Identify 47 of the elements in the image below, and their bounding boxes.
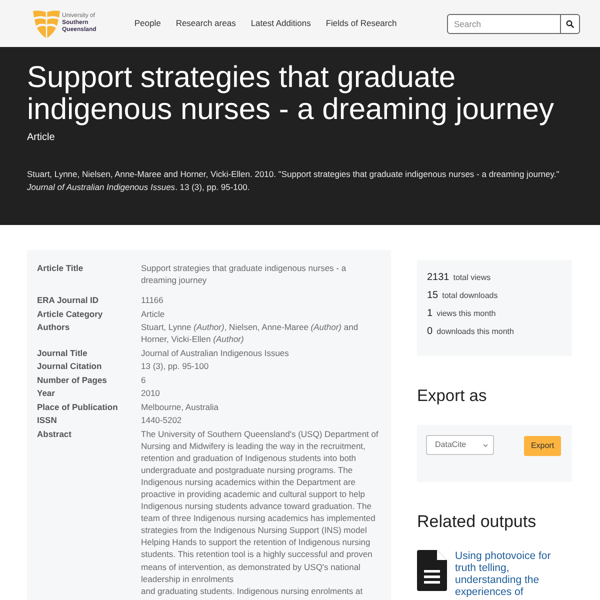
stat-label: downloads this month [436, 326, 514, 338]
nav-link[interactable]: Fields of Research [326, 17, 397, 30]
field-value: 1440-5202 [141, 414, 183, 426]
nav-link[interactable]: People [134, 17, 161, 30]
field-label: Article Title [37, 262, 84, 275]
document-icon [417, 550, 447, 591]
field-value: Article [141, 308, 166, 320]
field-label: Journal Title [37, 346, 88, 358]
nav-link[interactable]: Latest Additions [250, 17, 311, 30]
field-label: ERA Journal ID [37, 294, 100, 306]
field-value: 11166 [141, 294, 164, 306]
chevron-down-icon [483, 444, 488, 446]
stat-label: total views [453, 272, 491, 284]
field-label: Place of Publication [37, 400, 119, 412]
stat-label: views this month [436, 308, 496, 320]
field-value: 13 (3), pp. 95-100 [141, 360, 210, 372]
field-value: Support strategies that graduate indigenous nurses - a dreaming journey [141, 262, 348, 286]
search-field[interactable]: Search [447, 14, 561, 34]
abstract-text: and graduating students. Indigenous nursing enrolments at [141, 584, 364, 597]
stat-count: 1 [427, 307, 433, 321]
stat-count: 0 [427, 325, 433, 339]
field-label: Abstract [37, 428, 72, 440]
field-label: Authors [37, 321, 71, 334]
stat-label: total downloads [442, 290, 498, 302]
field-value: 6 [141, 374, 147, 386]
nav-link[interactable]: Research areas [176, 17, 236, 30]
field-label: Year [37, 387, 56, 399]
export-button[interactable]: Export [524, 436, 561, 456]
field-label: Number of Pages [37, 374, 108, 386]
section-heading: Related outputs [417, 512, 538, 532]
section-heading: Export as [417, 386, 488, 406]
field-value: Melbourne, Australia [141, 400, 220, 412]
field-label: Journal Citation [37, 360, 103, 372]
search-button[interactable] [561, 14, 580, 34]
stat-count: 2131 [427, 271, 450, 285]
search-icon [566, 20, 574, 28]
format-select[interactable]: DataCite [426, 435, 494, 455]
page-title: Support strategies that graduate indigenous nurses - a dreaming journey [27, 62, 555, 126]
field-value: Stuart, Lynne (Author), Nielsen, Anne-Maree (Author) and Horner, Vicki-Ellen (Author) [141, 321, 360, 345]
citation-text: Stuart, Lynne, Nielsen, Anne-Maree and Horner, Vicki-Ellen. 2010. "Support strategies that graduate indigenous nurses - a dreaming journey." Journal of Australian Indigenous Issues. 13 (3), pp. 95-100. [27, 168, 560, 193]
field-label: Article Category [37, 308, 104, 320]
output-type: Article [27, 132, 56, 144]
field-label: ISSN [37, 414, 58, 426]
stat-count: 15 [427, 289, 438, 303]
field-value: Journal of Australian Indigenous Issues [141, 346, 290, 358]
field-value: 2010 [141, 387, 161, 399]
related-output-link[interactable]: Using photovoice for truth telling, understanding the experiences of [455, 550, 572, 598]
